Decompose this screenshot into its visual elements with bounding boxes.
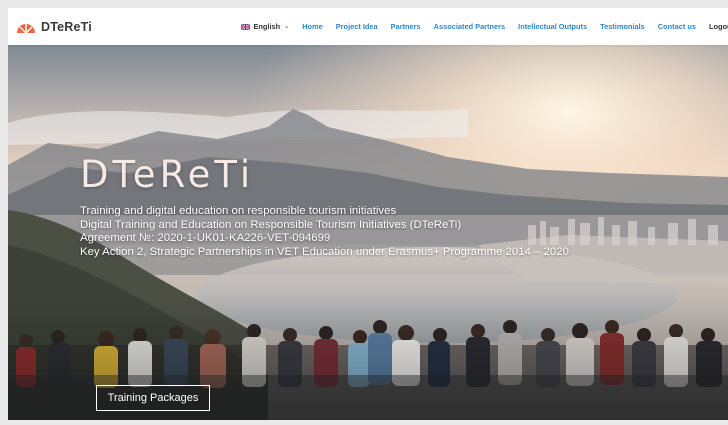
top-navbar: DTeReTi English ⌄ Home Project Idea Part… — [8, 8, 728, 45]
nav-intellectual-outputs[interactable]: Intellectual Outputs — [518, 22, 587, 31]
brand-logo[interactable]: DTeReTi — [16, 18, 92, 36]
nav-project-idea[interactable]: Project Idea — [336, 22, 378, 31]
hero-line-subtitle: Training and digital education on respon… — [80, 205, 397, 217]
hero-line-key-action: Key Action 2, Strategic Partnerships in … — [80, 245, 569, 258]
hero-title: DTeReTi — [80, 153, 255, 196]
hero-line-fullname: Digital Training and Education on Respon… — [80, 218, 462, 231]
nav-logout[interactable]: Logout — [709, 22, 728, 31]
language-selector[interactable]: English ⌄ — [241, 22, 289, 31]
uk-flag-icon — [241, 23, 251, 30]
nav-contact-us[interactable]: Contact us — [658, 22, 696, 31]
nav-testimonials[interactable]: Testimonials — [600, 22, 645, 31]
chevron-down-icon: ⌄ — [284, 24, 290, 30]
hero-banner: DTeReTi Training and digital education o… — [8, 45, 728, 420]
page-frame: DTeReTi English ⌄ Home Project Idea Part… — [8, 8, 728, 420]
nav-associated-partners[interactable]: Associated Partners — [434, 22, 505, 31]
sunrise-logo-icon — [17, 24, 35, 34]
nav-partners[interactable]: Partners — [391, 22, 421, 31]
hero-description: Training and digital education on respon… — [80, 205, 569, 259]
main-nav: English ⌄ Home Project Idea Partners Ass… — [228, 8, 728, 45]
nav-home[interactable]: Home — [302, 22, 323, 31]
hero-line-agreement: Agreement №: 2020-1-UK01-KA226-VET-09469… — [80, 232, 331, 245]
training-packages-button[interactable]: Training Packages — [96, 385, 210, 411]
brand-name: DTeReTi — [41, 20, 92, 34]
language-label: English — [253, 22, 281, 31]
